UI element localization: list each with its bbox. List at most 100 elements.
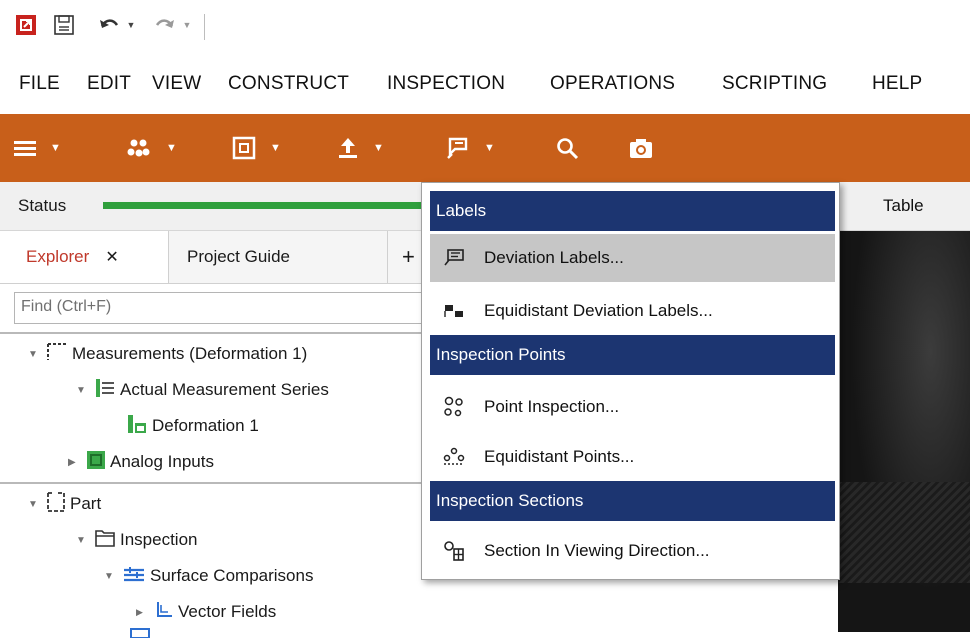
menu-view[interactable]: VIEW [152,73,201,95]
undo-dropdown-icon[interactable]: ▼ [124,12,138,38]
analog-inputs-icon [86,450,106,475]
expand-arrow-icon[interactable]: ▶ [68,457,86,468]
tree-label: Vector Fields [178,602,277,621]
mesh-surface [838,482,970,583]
tree-row-inspection[interactable]: ▼ Inspection [0,522,430,558]
tree-row-surface-comparisons[interactable]: ▼ Surface Comparisons [0,558,430,594]
tree-label: Actual Measurement Series [120,380,329,399]
menu-item-equidistant-deviation-labels[interactable]: Equidistant Deviation Labels... [430,287,835,335]
table-tab-label[interactable]: Table [883,196,924,216]
menu-item-deviation-labels[interactable]: Deviation Labels... [430,234,835,282]
tree-row-deformation-1[interactable]: Deformation 1 [0,408,430,444]
deviation-label-icon [442,249,466,267]
menu-inspection[interactable]: INSPECTION [387,73,505,95]
chevron-down-icon: ▼ [50,142,61,154]
label-flag-icon [447,137,468,159]
menu-file[interactable]: FILE [19,73,60,95]
points-icon [127,139,150,157]
tab-project-guide[interactable]: Project Guide [169,231,388,283]
plus-icon: + [402,244,415,269]
tree-label: Inspection [120,530,198,549]
tab-explorer-label: Explorer [26,247,90,266]
panel-tabs: Explorer ✕ Project Guide + [0,231,430,284]
point-inspection-icon [442,396,466,418]
chevron-down-icon: ▼ [270,142,281,154]
hamburger-menu-button[interactable]: ▼ [14,114,61,182]
3d-viewport[interactable]: Table [838,182,970,632]
expand-arrow-icon[interactable]: ▶ [136,607,154,618]
export-tool-button[interactable]: ▼ [337,114,384,182]
chevron-down-icon: ▼ [484,142,495,154]
menu-item-label: Equidistant Deviation Labels... [484,301,713,320]
tree-label: Analog Inputs [110,452,214,471]
tree-row-part[interactable]: ▼ Part [0,486,430,522]
tab-explorer[interactable]: Explorer ✕ [0,231,169,283]
select-frame-icon [232,136,256,160]
main-toolbar: ▼ ▼ ▼ ▼ ▼ [0,114,970,182]
select-tool-button[interactable]: ▼ [232,114,281,182]
upload-icon [339,138,357,158]
menu-item-equidistant-points[interactable]: Equidistant Points... [430,433,835,481]
menu-item-section-in-viewing-direction[interactable]: Section In Viewing Direction... [430,527,835,575]
section-header-inspection-sections: Inspection Sections [430,481,835,521]
vector-fields-icon [154,600,174,625]
labels-tool-button[interactable]: ▼ [446,114,495,182]
qat-separator [204,14,205,40]
section-header-labels: Labels [430,191,835,231]
stage-icon [126,413,148,440]
tree-row-partial [0,628,430,638]
search-tool-button[interactable] [555,114,579,182]
snapshot-button[interactable] [628,114,654,182]
equidistant-label-icon [442,302,466,320]
expand-arrow-icon[interactable]: ▼ [28,499,46,510]
chevron-down-icon: ▼ [373,142,384,154]
tree-row-actual-measurement-series[interactable]: ▼ Actual Measurement Series [0,372,430,408]
menu-item-label: Deviation Labels... [484,248,624,267]
save-icon[interactable] [52,12,76,38]
points-tool-button[interactable]: ▼ [126,114,177,182]
labels-dropdown-menu: Labels Deviation Labels... Equidistant D… [421,182,840,580]
camera-icon [630,139,652,158]
status-row: Status [0,182,430,231]
hamburger-icon [14,141,36,156]
expand-arrow-icon[interactable]: ▼ [28,349,46,360]
menu-item-label: Section In Viewing Direction... [484,541,710,560]
part-icon [46,491,66,518]
close-icon[interactable]: ✕ [105,247,118,267]
tree-row-analog-inputs[interactable]: ▶ Analog Inputs [0,444,430,480]
expand-arrow-icon[interactable]: ▼ [104,571,122,582]
tab-project-guide-label: Project Guide [187,247,290,266]
expand-arrow-icon[interactable]: ▼ [76,385,94,396]
menu-construct[interactable]: CONSTRUCT [228,73,349,95]
undo-icon[interactable] [96,12,122,38]
status-label: Status [18,196,67,215]
menu-operations[interactable]: OPERATIONS [550,73,675,95]
measurement-series-icon [94,377,116,404]
redo-icon[interactable] [152,12,178,38]
expand-arrow-icon[interactable]: ▼ [76,535,94,546]
menu-item-point-inspection[interactable]: Point Inspection... [430,383,835,431]
folder-icon [94,528,116,553]
redo-dropdown-icon[interactable]: ▼ [180,12,194,38]
menu-help[interactable]: HELP [872,73,922,95]
status-progress-bar [103,202,430,209]
table-icon [130,628,150,638]
app-logo-icon [14,12,38,38]
search-input[interactable]: Find (Ctrl+F) [14,292,434,324]
measurements-icon [46,342,68,367]
menu-item-label: Point Inspection... [484,397,620,416]
explorer-tree: ▼ Measurements (Deformation 1) ▼ Actual … [0,332,430,638]
tree-row-measurements[interactable]: ▼ Measurements (Deformation 1) [0,336,430,372]
tree-divider [0,332,430,334]
menu-bar: FILE EDIT VIEW CONSTRUCT INSPECTION OPER… [0,52,970,114]
menu-edit[interactable]: EDIT [87,73,131,95]
quick-access-toolbar: ▼ ▼ [0,0,970,52]
find-row: Find (Ctrl+F) [0,284,434,332]
explorer-panel: Status Explorer ✕ Project Guide + Find (… [0,182,434,638]
search-icon [557,138,579,160]
tree-row-vector-fields[interactable]: ▶ Vector Fields [0,594,430,630]
tree-label: Deformation 1 [152,416,259,435]
menu-scripting[interactable]: SCRIPTING [722,73,827,95]
tree-label: Measurements (Deformation 1) [72,344,308,363]
section-icon [442,540,466,562]
